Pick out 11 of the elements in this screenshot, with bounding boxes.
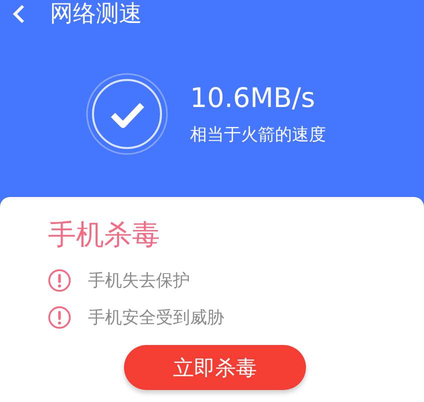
page-title: 网络测速 <box>50 0 142 28</box>
speed-comparison: 相当于火箭的速度 <box>190 124 326 146</box>
check-circle-icon <box>86 73 168 155</box>
warning-icon <box>48 269 71 292</box>
warning-text: 手机安全受到威胁 <box>88 306 224 328</box>
speed-value: 10.6MB/s <box>190 82 316 116</box>
card-title: 手机杀毒 <box>48 217 161 253</box>
warning-text: 手机失去保护 <box>88 270 190 292</box>
warning-icon <box>48 306 71 329</box>
back-icon[interactable] <box>12 4 26 24</box>
scan-button[interactable]: 立即杀毒 <box>124 345 306 390</box>
